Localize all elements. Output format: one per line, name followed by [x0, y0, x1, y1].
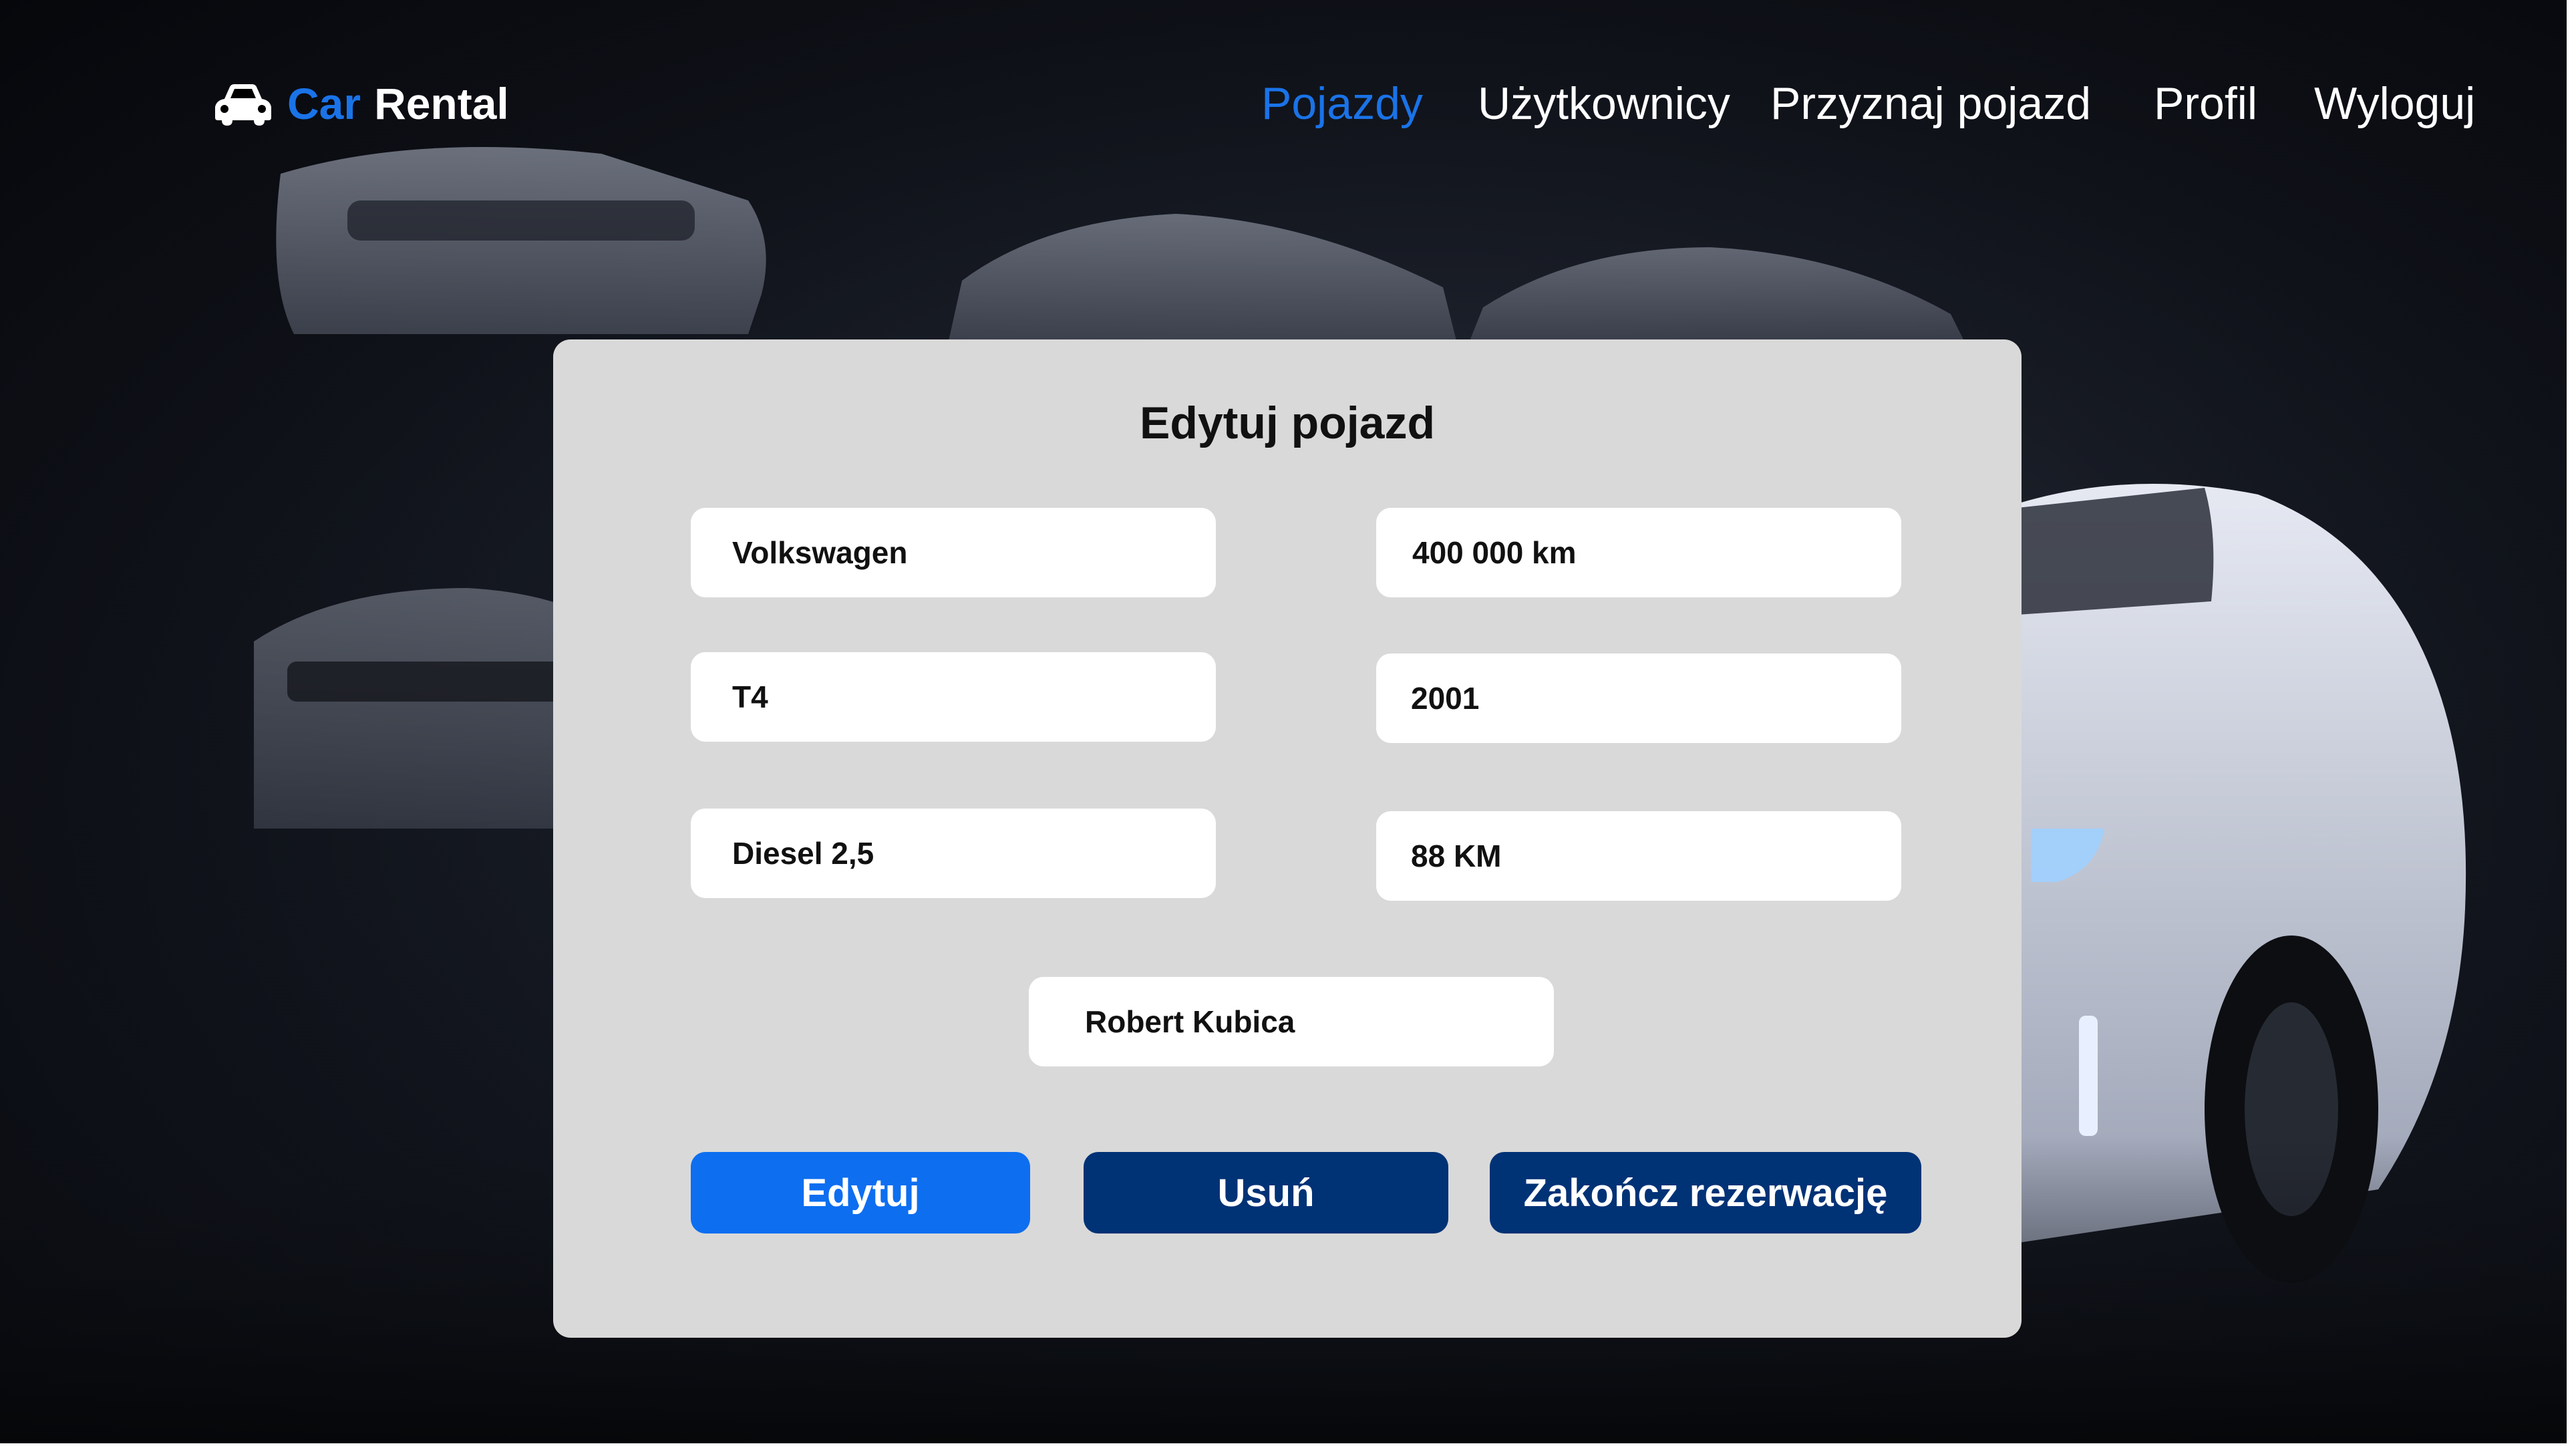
- vehicle-year-field[interactable]: [1376, 653, 1901, 743]
- card-title: Edytuj pojazd: [1140, 398, 1435, 448]
- nav-item-przyznaj-pojazd[interactable]: Przyznaj pojazd: [1770, 75, 2091, 132]
- edit-button[interactable]: Edytuj: [691, 1152, 1030, 1233]
- assigned-user-field[interactable]: [1029, 977, 1554, 1066]
- nav-item-wyloguj[interactable]: Wyloguj: [2314, 75, 2475, 132]
- nav-item-uzytkownicy[interactable]: Użytkownicy: [1478, 75, 1730, 132]
- nav-item-profil[interactable]: Profil: [2154, 75, 2257, 132]
- nav-item-pojazdy[interactable]: Pojazdy: [1261, 75, 1423, 132]
- brand-word-car: Car: [287, 79, 361, 128]
- delete-button[interactable]: Usuń: [1084, 1152, 1448, 1233]
- app-screen: Car Rental Pojazdy Użytkownicy Przyznaj …: [0, 0, 2567, 1443]
- vehicle-model-field[interactable]: [691, 652, 1216, 742]
- vehicle-mileage-field[interactable]: [1376, 508, 1901, 597]
- edit-vehicle-card: Edytuj pojazd Edytuj Usuń Zakończ rezerw…: [553, 339, 2022, 1338]
- vehicle-engine-field[interactable]: [691, 809, 1216, 898]
- brand-word-rental: Rental: [374, 79, 509, 128]
- vehicle-power-field[interactable]: [1376, 811, 1901, 901]
- car-icon: [215, 84, 271, 126]
- brand-logo[interactable]: Car Rental: [212, 74, 509, 134]
- end-reservation-button[interactable]: Zakończ rezerwację: [1490, 1152, 1921, 1233]
- vehicle-brand-field[interactable]: [691, 508, 1216, 597]
